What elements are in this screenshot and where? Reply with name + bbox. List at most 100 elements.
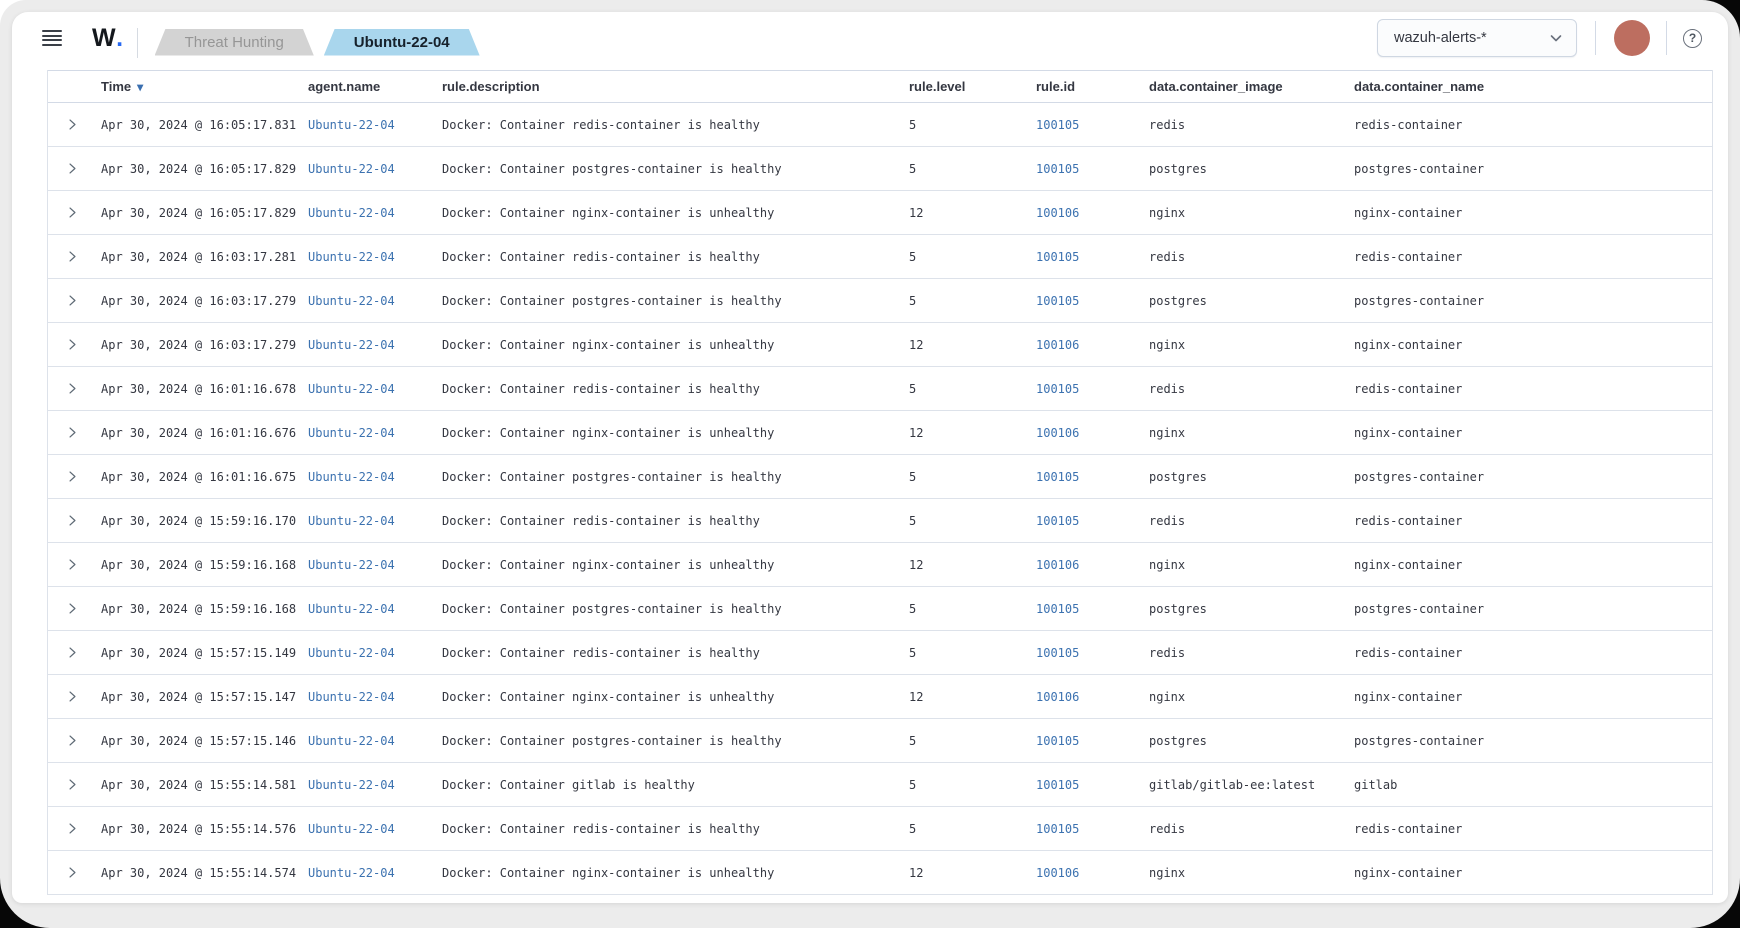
user-avatar[interactable] xyxy=(1614,20,1650,56)
rule-id-link[interactable]: 100106 xyxy=(1036,426,1079,440)
tab-ubuntu-22-04[interactable]: Ubuntu-22-04 xyxy=(324,29,480,56)
column-header-rule-id[interactable]: rule.id xyxy=(1031,71,1144,103)
expand-row-button[interactable] xyxy=(60,685,84,709)
expand-row-button[interactable] xyxy=(60,509,84,533)
alert-row: Apr 30, 2024 @ 16:05:17.831 Ubuntu-22-04… xyxy=(48,103,1712,147)
rule-id-link[interactable]: 100105 xyxy=(1036,382,1079,396)
expand-row-button[interactable] xyxy=(60,157,84,181)
agent-name-link[interactable]: Ubuntu-22-04 xyxy=(308,250,395,264)
cell-rule-description: Docker: Container nginx-container is unh… xyxy=(437,543,904,587)
agent-name-link[interactable]: Ubuntu-22-04 xyxy=(308,426,395,440)
expand-row-button[interactable] xyxy=(60,861,84,885)
alert-row: Apr 30, 2024 @ 16:05:17.829 Ubuntu-22-04… xyxy=(48,191,1712,235)
rule-id-link[interactable]: 100105 xyxy=(1036,734,1079,748)
cell-container-image: nginx xyxy=(1144,411,1349,455)
cell-container-name: redis-container xyxy=(1349,631,1712,675)
cell-rule-id: 100105 xyxy=(1031,763,1144,807)
cell-rule-id: 100105 xyxy=(1031,279,1144,323)
index-pattern-select[interactable]: wazuh-alerts-* xyxy=(1377,19,1577,57)
expand-row-button[interactable] xyxy=(60,113,84,137)
cell-expander xyxy=(48,411,96,455)
help-icon[interactable]: ? xyxy=(1683,29,1702,48)
rule-id-link[interactable]: 100106 xyxy=(1036,338,1079,352)
cell-container-image: redis xyxy=(1144,631,1349,675)
column-header-rule-level[interactable]: rule.level xyxy=(904,71,1031,103)
agent-name-link[interactable]: Ubuntu-22-04 xyxy=(308,690,395,704)
rule-id-link[interactable]: 100105 xyxy=(1036,646,1079,660)
header-divider xyxy=(1595,21,1596,55)
cell-container-name: redis-container xyxy=(1349,235,1712,279)
expand-row-button[interactable] xyxy=(60,729,84,753)
alert-row: Apr 30, 2024 @ 15:57:15.146 Ubuntu-22-04… xyxy=(48,719,1712,763)
agent-name-link[interactable]: Ubuntu-22-04 xyxy=(308,162,395,176)
alert-row: Apr 30, 2024 @ 16:01:16.675 Ubuntu-22-04… xyxy=(48,455,1712,499)
chevron-right-icon xyxy=(66,470,79,483)
agent-name-link[interactable]: Ubuntu-22-04 xyxy=(308,734,395,748)
column-header-time[interactable]: Time▾ xyxy=(96,71,303,103)
agent-name-link[interactable]: Ubuntu-22-04 xyxy=(308,470,395,484)
rule-id-link[interactable]: 100105 xyxy=(1036,118,1079,132)
alert-row: Apr 30, 2024 @ 15:59:16.170 Ubuntu-22-04… xyxy=(48,499,1712,543)
rule-id-link[interactable]: 100105 xyxy=(1036,162,1079,176)
chevron-right-icon xyxy=(66,250,79,263)
cell-time: Apr 30, 2024 @ 15:59:16.170 xyxy=(96,499,303,543)
chevron-right-icon xyxy=(66,778,79,791)
rule-id-link[interactable]: 100105 xyxy=(1036,778,1079,792)
expand-row-button[interactable] xyxy=(60,377,84,401)
tab-threat-hunting[interactable]: Threat Hunting xyxy=(155,29,314,56)
agent-name-link[interactable]: Ubuntu-22-04 xyxy=(308,118,395,132)
rule-id-link[interactable]: 100105 xyxy=(1036,470,1079,484)
agent-name-link[interactable]: Ubuntu-22-04 xyxy=(308,382,395,396)
agent-name-link[interactable]: Ubuntu-22-04 xyxy=(308,558,395,572)
expand-row-button[interactable] xyxy=(60,641,84,665)
cell-rule-id: 100106 xyxy=(1031,191,1144,235)
agent-name-link[interactable]: Ubuntu-22-04 xyxy=(308,778,395,792)
agent-name-link[interactable]: Ubuntu-22-04 xyxy=(308,646,395,660)
rule-id-link[interactable]: 100106 xyxy=(1036,206,1079,220)
chevron-right-icon xyxy=(66,514,79,527)
expand-row-button[interactable] xyxy=(60,333,84,357)
cell-time: Apr 30, 2024 @ 16:05:17.829 xyxy=(96,147,303,191)
rule-id-link[interactable]: 100105 xyxy=(1036,822,1079,836)
expand-row-button[interactable] xyxy=(60,421,84,445)
column-header-agent-name[interactable]: agent.name xyxy=(303,71,437,103)
index-pattern-value: wazuh-alerts-* xyxy=(1394,30,1487,46)
agent-name-link[interactable]: Ubuntu-22-04 xyxy=(308,822,395,836)
agent-name-link[interactable]: Ubuntu-22-04 xyxy=(308,338,395,352)
expand-row-button[interactable] xyxy=(60,773,84,797)
expand-row-button[interactable] xyxy=(60,201,84,225)
menu-icon[interactable] xyxy=(42,30,62,46)
discover-table-panel: Time▾ agent.name rule.description rule.l… xyxy=(12,64,1728,895)
wazuh-logo[interactable]: W. xyxy=(92,24,123,53)
agent-name-link[interactable]: Ubuntu-22-04 xyxy=(308,514,395,528)
alert-row: Apr 30, 2024 @ 16:05:17.829 Ubuntu-22-04… xyxy=(48,147,1712,191)
logo-divider xyxy=(137,28,138,58)
agent-name-link[interactable]: Ubuntu-22-04 xyxy=(308,206,395,220)
rule-id-link[interactable]: 100105 xyxy=(1036,250,1079,264)
expand-row-button[interactable] xyxy=(60,289,84,313)
expand-row-button[interactable] xyxy=(60,245,84,269)
expand-row-button[interactable] xyxy=(60,817,84,841)
rule-id-link[interactable]: 100106 xyxy=(1036,866,1079,880)
rule-id-link[interactable]: 100106 xyxy=(1036,558,1079,572)
column-header-container-name[interactable]: data.container_name xyxy=(1349,71,1712,103)
sort-descending-icon[interactable]: ▾ xyxy=(137,80,143,94)
cell-expander xyxy=(48,587,96,631)
cell-rule-level: 5 xyxy=(904,719,1031,763)
expand-row-button[interactable] xyxy=(60,465,84,489)
agent-name-link[interactable]: Ubuntu-22-04 xyxy=(308,602,395,616)
column-header-container-image[interactable]: data.container_image xyxy=(1144,71,1349,103)
chevron-right-icon xyxy=(66,382,79,395)
rule-id-link[interactable]: 100105 xyxy=(1036,294,1079,308)
agent-name-link[interactable]: Ubuntu-22-04 xyxy=(308,866,395,880)
rule-id-link[interactable]: 100105 xyxy=(1036,602,1079,616)
agent-name-link[interactable]: Ubuntu-22-04 xyxy=(308,294,395,308)
rule-id-link[interactable]: 100106 xyxy=(1036,690,1079,704)
rule-id-link[interactable]: 100105 xyxy=(1036,514,1079,528)
expand-row-button[interactable] xyxy=(60,597,84,621)
cell-agent-name: Ubuntu-22-04 xyxy=(303,147,437,191)
column-header-rule-description[interactable]: rule.description xyxy=(437,71,904,103)
expand-row-button[interactable] xyxy=(60,553,84,577)
cell-rule-description: Docker: Container nginx-container is unh… xyxy=(437,851,904,895)
cell-rule-id: 100105 xyxy=(1031,147,1144,191)
